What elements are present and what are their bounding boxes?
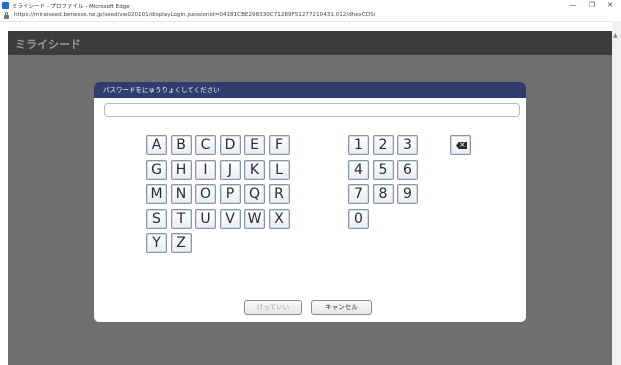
cancel-button[interactable]: キャンセル (311, 300, 372, 315)
app-logo: ミライシード (15, 38, 81, 51)
scrollbar-top (612, 21, 621, 31)
key-u[interactable]: U (195, 208, 216, 229)
password-input[interactable] (104, 103, 520, 117)
lock-icon (4, 12, 9, 19)
backspace-icon (456, 142, 467, 149)
key-2[interactable]: 2 (372, 135, 394, 155)
key-c[interactable]: C (195, 135, 216, 155)
key-l[interactable]: L (268, 159, 290, 180)
key-5[interactable]: 5 (372, 159, 394, 180)
key-y[interactable]: Y (146, 233, 167, 253)
edge-browser-icon (2, 2, 9, 9)
password-dialog: パスワードをにゅうりょくしてください ABCDEF GHIJKL MNOPQR STU… (94, 82, 526, 322)
key-k[interactable]: K (244, 159, 265, 180)
app-header: ミライシード (8, 31, 612, 55)
key-r[interactable]: R (268, 184, 290, 204)
key-3[interactable]: 3 (397, 135, 418, 155)
address-bar[interactable]: https://miraiseed.benesse.ne.jp/seed/vw0… (0, 11, 621, 22)
browser-titlebar: ミライシード - プロファイル - Microsoft Edge — ❐ ✕ (0, 0, 621, 11)
key-t[interactable]: T (170, 208, 192, 229)
key-4[interactable]: 4 (348, 159, 369, 180)
key-v[interactable]: V (219, 208, 241, 229)
key-6[interactable]: 6 (397, 159, 418, 180)
key-s[interactable]: S (146, 208, 167, 229)
key-7[interactable]: 7 (348, 184, 369, 204)
key-w[interactable]: W (244, 208, 265, 229)
key-1[interactable]: 1 (348, 135, 369, 155)
key-i[interactable]: I (195, 159, 216, 180)
scroll-up-icon[interactable]: ▲ (613, 32, 618, 39)
key-8[interactable]: 8 (372, 184, 394, 204)
dialog-title: パスワードをにゅうりょくしてください (94, 82, 526, 98)
key-b[interactable]: B (170, 135, 192, 155)
vertical-scrollbar[interactable] (612, 31, 621, 365)
key-d[interactable]: D (219, 135, 241, 155)
window-title: ミライシード - プロファイル - Microsoft Edge (12, 4, 130, 10)
close-button[interactable]: ✕ (603, 0, 617, 11)
key-f[interactable]: F (268, 135, 290, 155)
minimize-button[interactable]: — (566, 0, 580, 11)
key-q[interactable]: Q (244, 184, 265, 204)
key-z[interactable]: Z (170, 233, 192, 253)
key-g[interactable]: G (146, 159, 167, 180)
key-e[interactable]: E (244, 135, 265, 155)
backspace-key[interactable] (450, 135, 471, 155)
maximize-button[interactable]: ❐ (585, 0, 599, 11)
key-p[interactable]: P (219, 184, 241, 204)
key-9[interactable]: 9 (397, 184, 418, 204)
url-text[interactable]: https://miraiseed.benesse.ne.jp/seed/vw0… (14, 12, 375, 18)
key-j[interactable]: J (219, 159, 241, 180)
key-a[interactable]: A (146, 135, 167, 155)
key-x[interactable]: X (268, 208, 290, 229)
key-n[interactable]: N (170, 184, 192, 204)
key-o[interactable]: O (195, 184, 216, 204)
key-m[interactable]: M (146, 184, 167, 204)
ok-button[interactable]: けっていい (244, 300, 302, 315)
key-0[interactable]: 0 (348, 208, 369, 229)
key-h[interactable]: H (170, 159, 192, 180)
